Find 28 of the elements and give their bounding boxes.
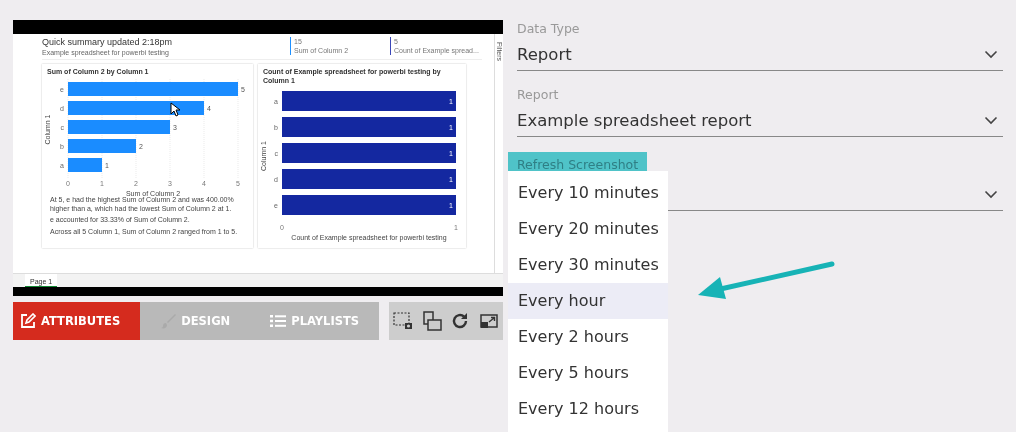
menu-option[interactable]: Every 5 hours — [508, 355, 668, 391]
tool-button[interactable] — [393, 311, 414, 331]
field-label: Report — [517, 86, 560, 104]
tool-button[interactable] — [478, 311, 499, 331]
menu-option[interactable]: Every hour — [508, 283, 668, 319]
select-value: Example spreadsheet report — [517, 110, 752, 130]
chevron-down-icon — [984, 189, 998, 199]
select-value: Report — [517, 44, 572, 64]
chevron-down-icon — [984, 49, 998, 59]
menu-option[interactable]: Every 20 minutes — [508, 211, 668, 247]
capture-frame-icon — [393, 311, 414, 331]
edit-icon — [20, 313, 36, 329]
bar — [68, 139, 136, 153]
menu-option[interactable]: Every 2 hours — [508, 319, 668, 355]
report-title: Quick summary updated 2:18pm — [42, 37, 174, 48]
bar — [68, 158, 102, 172]
menu-option[interactable]: Every 30 minutes — [508, 247, 668, 283]
tool-button[interactable] — [421, 311, 442, 331]
chevron-down-icon — [984, 115, 998, 125]
field-label: Data Type — [517, 20, 581, 38]
toolbar-tab[interactable]: ATTRIBUTES — [13, 302, 141, 340]
select-field[interactable]: Example spreadsheet report — [517, 104, 1003, 137]
list-icon — [270, 314, 287, 328]
menu-option[interactable]: Every 12 hours — [508, 391, 668, 427]
select-field[interactable]: Report — [517, 38, 1003, 71]
menu-option[interactable]: Every 10 minutes — [508, 175, 668, 211]
mouse-cursor-icon — [170, 102, 180, 117]
overlapping-squares-icon — [421, 311, 442, 331]
